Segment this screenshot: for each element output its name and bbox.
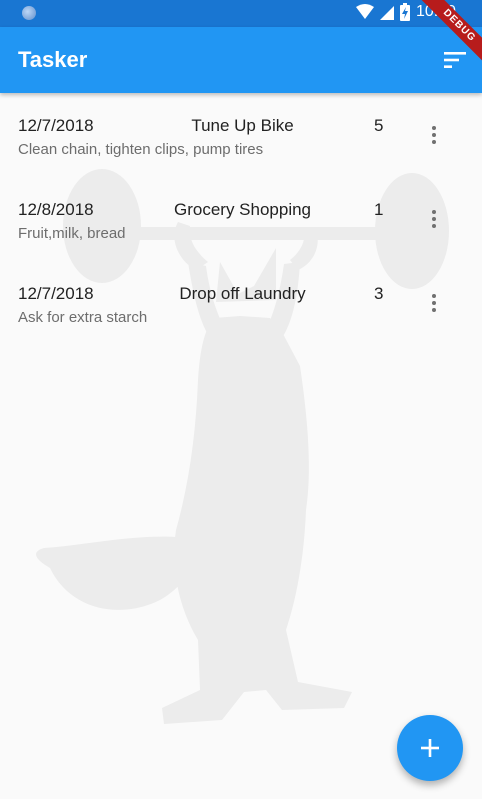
task-item[interactable]: 12/8/2018 Grocery Shopping 1 Fruit,milk,… bbox=[0, 177, 482, 261]
add-task-button[interactable] bbox=[397, 715, 463, 781]
signal-icon bbox=[379, 6, 394, 20]
notification-icon bbox=[22, 6, 36, 20]
more-options-icon[interactable] bbox=[424, 207, 444, 233]
sort-icon bbox=[444, 52, 466, 68]
wifi-icon bbox=[355, 4, 374, 19]
task-description: Ask for extra starch bbox=[18, 309, 148, 326]
app-title: Tasker bbox=[18, 47, 88, 72]
app-bar: Tasker bbox=[0, 27, 482, 93]
task-list: 12/7/2018 Tune Up Bike 5 Clean chain, ti… bbox=[0, 93, 482, 345]
task-date: 12/7/2018 bbox=[18, 284, 94, 303]
task-date: 12/7/2018 bbox=[18, 116, 94, 135]
task-item[interactable]: 12/7/2018 Tune Up Bike 5 Clean chain, ti… bbox=[0, 93, 482, 177]
task-item[interactable]: 12/7/2018 Drop off Laundry 3 Ask for ext… bbox=[0, 261, 482, 345]
sort-button[interactable] bbox=[442, 47, 468, 73]
more-options-icon[interactable] bbox=[424, 291, 444, 317]
task-description: Fruit,milk, bread bbox=[18, 225, 126, 242]
task-description: Clean chain, tighten clips, pump tires bbox=[18, 141, 264, 158]
task-title: Tune Up Bike bbox=[191, 116, 294, 135]
task-title: Grocery Shopping bbox=[173, 200, 312, 219]
task-priority: 5 bbox=[374, 116, 384, 135]
task-priority: 1 bbox=[374, 200, 384, 219]
battery-icon bbox=[399, 3, 410, 21]
task-priority: 3 bbox=[374, 284, 384, 303]
task-date: 12/8/2018 bbox=[18, 200, 94, 219]
status-bar: 10:39 bbox=[0, 0, 482, 27]
more-options-icon[interactable] bbox=[424, 123, 444, 149]
task-title: Drop off Laundry bbox=[179, 284, 306, 303]
add-icon bbox=[421, 739, 439, 757]
